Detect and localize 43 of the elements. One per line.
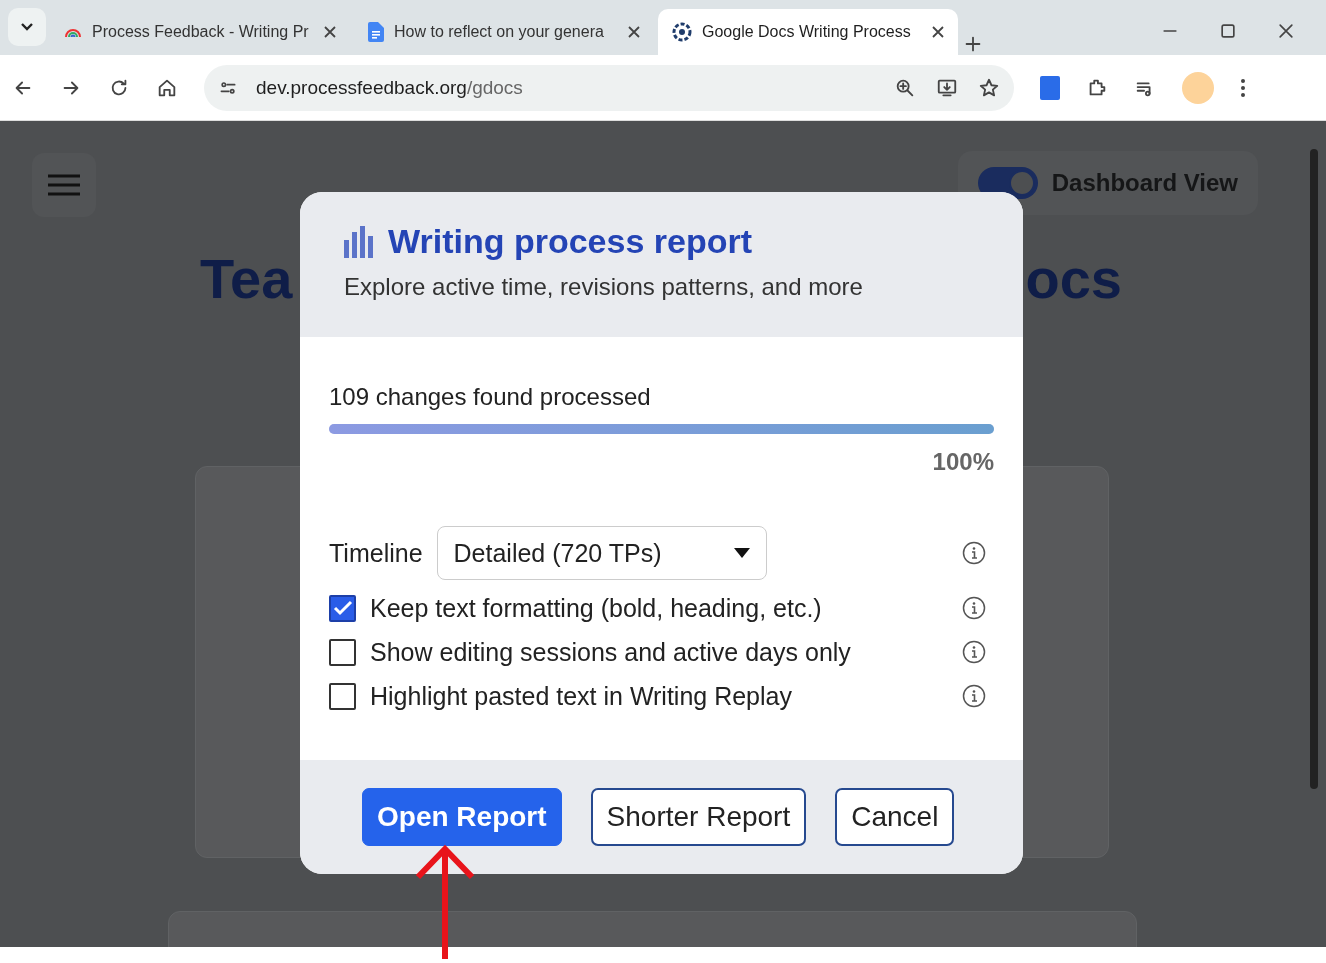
page-heading: Tea: [200, 246, 293, 311]
menu-icon: [48, 174, 80, 196]
tab-search-button[interactable]: [8, 8, 46, 46]
close-icon[interactable]: [324, 26, 336, 38]
timeline-dropdown[interactable]: Detailed (720 TPs): [436, 526, 767, 580]
dialog-button[interactable]: Shorter Report: [590, 788, 807, 846]
close-icon[interactable]: [1276, 21, 1296, 41]
menu-button[interactable]: [32, 153, 96, 217]
more-icon[interactable]: [1240, 77, 1246, 98]
browser-tab[interactable]: Process Feedback - Writing Pr: [50, 9, 350, 55]
dialog-button[interactable]: Open Report: [362, 788, 562, 846]
caret-icon: [20, 22, 34, 32]
dialog-subtitle: Explore active time, revisions patterns, and more: [344, 273, 864, 301]
dialog-title: Writing process report: [388, 222, 752, 261]
option-label: Highlight pasted text in Writing Replay: [370, 681, 792, 711]
gear-icon: [672, 22, 692, 42]
progress-percent: 100%: [932, 448, 994, 475]
close-icon[interactable]: [628, 26, 640, 38]
caret-icon: [733, 548, 750, 558]
scrollbar-thumb[interactable]: [1310, 149, 1318, 789]
option-label: Show editing sessions and active days only: [370, 637, 851, 667]
maximize-icon[interactable]: [1218, 21, 1238, 41]
progress-label: 109 changes found processed: [329, 383, 652, 411]
extension-icon[interactable]: [1040, 75, 1060, 100]
bar-chart-icon: [344, 225, 374, 258]
info-icon[interactable]: [962, 684, 986, 708]
checkbox[interactable]: [329, 682, 356, 710]
checkbox[interactable]: [329, 594, 356, 622]
info-icon[interactable]: [962, 640, 986, 664]
option-label: Keep text formatting (bold, heading, etc.): [370, 593, 822, 623]
info-icon[interactable]: [962, 541, 986, 565]
timeline-label: Timeline: [329, 538, 423, 568]
browser-tab[interactable]: How to reflect on your genera: [354, 9, 654, 55]
address-bar[interactable]: dev.processfeedback.org/gdocs: [204, 64, 1014, 111]
check-icon: [332, 600, 353, 616]
browser-tab[interactable]: Google Docs Writing Process: [658, 9, 958, 55]
dialog-button[interactable]: Cancel: [835, 788, 955, 846]
close-icon[interactable]: [932, 26, 944, 38]
page-heading: ocs: [1025, 246, 1122, 311]
info-icon[interactable]: [962, 596, 986, 620]
checkbox[interactable]: [329, 638, 356, 666]
star-icon[interactable]: [978, 76, 1000, 99]
document-icon: [368, 22, 384, 42]
